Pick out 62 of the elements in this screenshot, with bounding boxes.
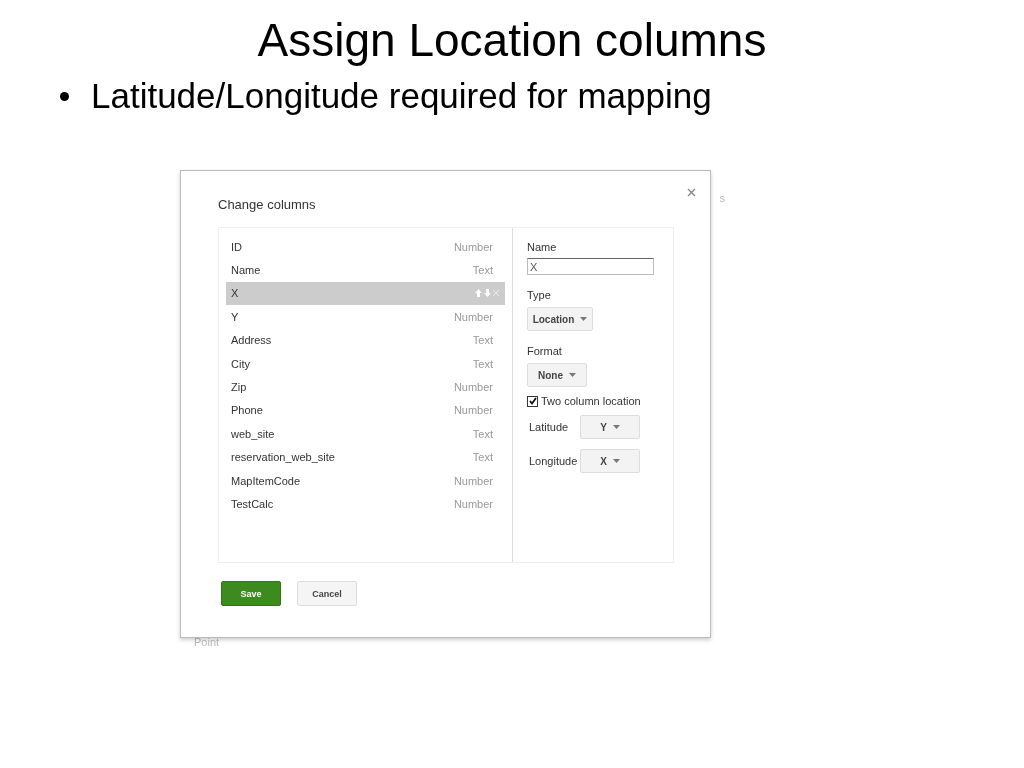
column-name: Zip [231,381,247,394]
longitude-dropdown[interactable]: X [580,449,640,473]
type-dropdown[interactable]: Location [527,307,593,331]
column-name: TestCalc [231,498,274,510]
delete-icon[interactable] [493,290,499,297]
background-text: s [719,192,725,204]
column-type: Number [453,404,493,417]
column-type: Number [453,310,493,323]
caret-icon [580,317,588,321]
column-type: Number [453,381,493,394]
column-type: Text [472,334,493,347]
column-name: Y [231,310,239,323]
cancel-button[interactable]: Cancel [297,581,357,606]
column-name: reservation_web_site [231,451,335,464]
latitude-dropdown[interactable]: Y [580,415,640,439]
column-type: Text [472,264,493,277]
column-row[interactable]: Y Number [226,305,505,329]
column-name: ID [231,240,242,253]
bullet-text: Latitude/Longitude required for mapping [91,75,712,117]
column-name: City [231,357,250,370]
checkbox-label: Two column location [541,395,641,407]
column-name: MapItemCode [231,474,301,487]
bullet-icon [60,92,69,101]
background-text: Point [194,636,220,648]
column-row[interactable]: Zip Number [226,375,505,399]
column-name: X [231,287,239,300]
save-button[interactable]: Save [221,581,281,606]
column-name: Phone [231,404,263,417]
slide-title: Assign Location columns [256,13,768,68]
column-name: web_site [231,427,275,440]
up-arrow-icon[interactable] [475,289,482,298]
name-label: Name [527,241,557,253]
column-type: Number [453,498,493,510]
column-name: Address [231,334,272,347]
format-label: Format [527,345,562,357]
column-row[interactable]: reservation_web_site Text [226,445,505,469]
dialog-title: Change columns [218,197,317,212]
column-row[interactable]: TestCalc Number [226,492,505,516]
column-row[interactable]: City Text [226,351,505,376]
checkbox[interactable] [527,395,538,407]
column-row[interactable]: Phone Number [226,398,505,423]
caret-icon [569,373,576,377]
column-row[interactable]: Name Text [226,258,505,282]
column-type: Number [453,240,493,253]
name-field[interactable]: X [527,258,654,275]
column-row[interactable]: X [226,281,505,306]
caret-icon [612,459,620,463]
column-row[interactable]: ID Number [226,235,505,259]
down-arrow-icon[interactable] [484,289,491,298]
format-dropdown[interactable]: None [527,363,587,387]
column-type: Text [472,427,493,440]
column-type: Number [453,474,493,487]
type-label: Type [527,289,551,301]
latitude-label: Latitude [529,421,570,433]
column-row[interactable]: Address Text [226,328,505,352]
column-row[interactable]: web_site Text [226,422,505,446]
caret-icon [612,425,620,429]
column-type: Text [472,451,493,464]
column-type: Text [472,357,493,370]
column-name: Name [231,264,261,277]
column-row[interactable]: MapItemCode Number [226,468,505,493]
longitude-label: Longitude [529,455,579,467]
